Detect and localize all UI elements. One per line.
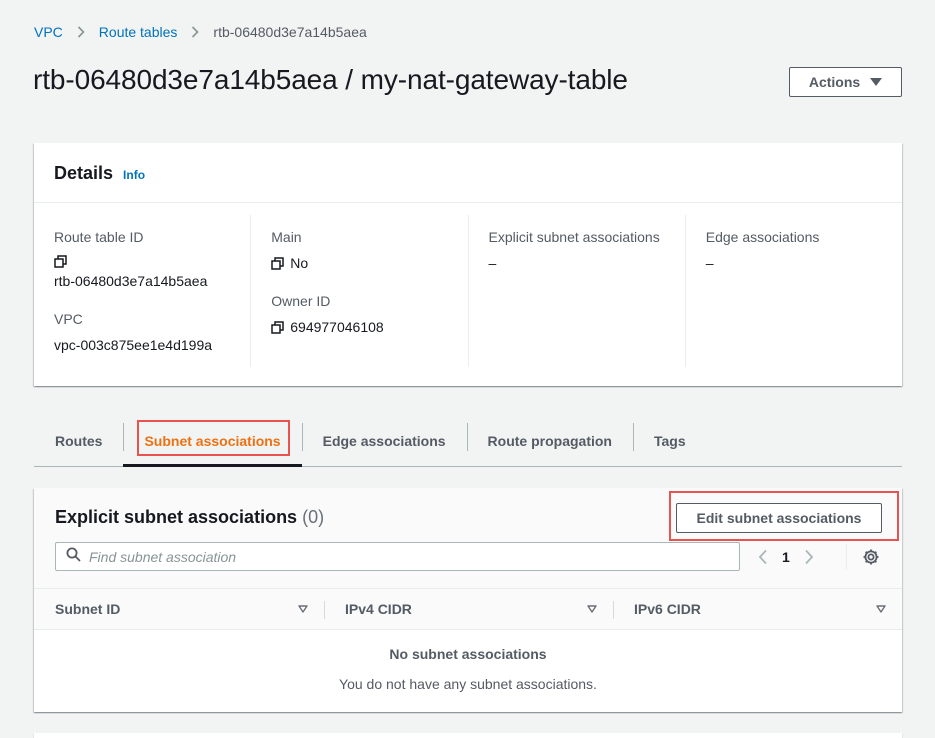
pager-divider bbox=[846, 544, 847, 570]
actions-label: Actions bbox=[808, 74, 861, 90]
column-ipv6-cidr-label: IPv6 CIDR bbox=[634, 601, 701, 617]
empty-state-message: You do not have any subnet associations. bbox=[339, 676, 597, 692]
edge-associations-label: Edge associations bbox=[705, 229, 820, 245]
tab-route-propagation[interactable]: Route propagation bbox=[466, 415, 633, 466]
subnet-associations-title: Explicit subnet associations (0) bbox=[55, 507, 324, 528]
search-input[interactable] bbox=[89, 548, 689, 565]
column-subnet-id[interactable]: Subnet ID bbox=[34, 589, 324, 629]
tab-edge-associations[interactable]: Edge associations bbox=[301, 415, 467, 466]
edge-associations-value: – bbox=[705, 255, 714, 271]
breadcrumb-current: rtb-06480d3e7a14b5aea bbox=[213, 24, 367, 40]
next-panel-edge bbox=[34, 733, 902, 738]
sort-down-icon[interactable] bbox=[876, 605, 886, 613]
details-grid: Route table ID rtb-06480d3e7a14b5aea VPC… bbox=[34, 215, 902, 367]
copy-icon[interactable] bbox=[54, 255, 67, 268]
tab-tags[interactable]: Tags bbox=[632, 415, 707, 466]
tab-routes[interactable]: Routes bbox=[34, 415, 123, 466]
sort-down-icon[interactable] bbox=[587, 605, 597, 613]
main-label: Main bbox=[271, 229, 302, 245]
main-value: No bbox=[290, 255, 309, 271]
search-field[interactable] bbox=[55, 542, 740, 571]
current-page[interactable]: 1 bbox=[782, 549, 790, 565]
chevron-left-icon[interactable] bbox=[758, 549, 768, 565]
vpc-link[interactable]: vpc-003c875ee1e4d199a bbox=[54, 337, 230, 353]
pagination: 1 bbox=[758, 544, 814, 570]
chevron-right-icon bbox=[77, 26, 85, 38]
subnet-associations-title-text: Explicit subnet associations bbox=[55, 507, 298, 527]
info-link[interactable]: Info bbox=[123, 168, 145, 182]
table-header: Subnet ID IPv4 CIDR IPv6 CIDR bbox=[34, 588, 902, 630]
owner-id-label: Owner ID bbox=[271, 293, 331, 309]
owner-id-value: 694977046108 bbox=[290, 319, 384, 335]
explicit-associations-label: Explicit subnet associations bbox=[488, 229, 660, 245]
gear-icon[interactable] bbox=[862, 548, 880, 566]
copy-icon[interactable] bbox=[271, 320, 284, 334]
actions-button[interactable]: Actions bbox=[789, 67, 902, 97]
chevron-right-icon bbox=[191, 26, 200, 38]
details-header: Details Info bbox=[34, 143, 902, 203]
details-panel: Details Info Route table ID rtb-06480d3e… bbox=[34, 143, 902, 386]
chevron-right-icon[interactable] bbox=[804, 549, 814, 565]
search-icon bbox=[66, 547, 81, 567]
route-table-id-label: Route table ID bbox=[54, 229, 144, 245]
details-title: Details bbox=[54, 163, 114, 183]
copy-icon[interactable] bbox=[271, 256, 284, 270]
caret-down-icon bbox=[870, 78, 883, 86]
details-column-3: Explicit subnet associations – bbox=[467, 215, 685, 367]
breadcrumb: VPC Route tables rtb-06480d3e7a14b5aea bbox=[34, 23, 367, 41]
details-column-1: Route table ID rtb-06480d3e7a14b5aea VPC… bbox=[34, 215, 250, 367]
tab-highlight-box bbox=[137, 420, 290, 456]
route-table-id-value: rtb-06480d3e7a14b5aea bbox=[54, 273, 208, 289]
column-ipv4-cidr[interactable]: IPv4 CIDR bbox=[324, 589, 613, 629]
column-subnet-id-label: Subnet ID bbox=[55, 601, 121, 617]
page-title: rtb-06480d3e7a14b5aea / my-nat-gateway-t… bbox=[33, 64, 628, 95]
column-ipv4-cidr-label: IPv4 CIDR bbox=[345, 601, 412, 617]
edit-button-highlight-box bbox=[669, 491, 899, 541]
explicit-associations-value: – bbox=[488, 255, 497, 271]
column-ipv6-cidr[interactable]: IPv6 CIDR bbox=[613, 589, 902, 629]
vpc-label: VPC bbox=[54, 311, 83, 327]
details-column-4: Edge associations – bbox=[684, 215, 902, 367]
sort-down-icon[interactable] bbox=[298, 605, 308, 613]
details-column-2: Main No Owner ID 694977046108 bbox=[250, 215, 467, 367]
breadcrumb-vpc[interactable]: VPC bbox=[34, 24, 63, 40]
breadcrumb-route-tables[interactable]: Route tables bbox=[99, 24, 178, 40]
empty-state-title: No subnet associations bbox=[389, 646, 547, 662]
subnet-associations-count: (0) bbox=[302, 507, 325, 527]
